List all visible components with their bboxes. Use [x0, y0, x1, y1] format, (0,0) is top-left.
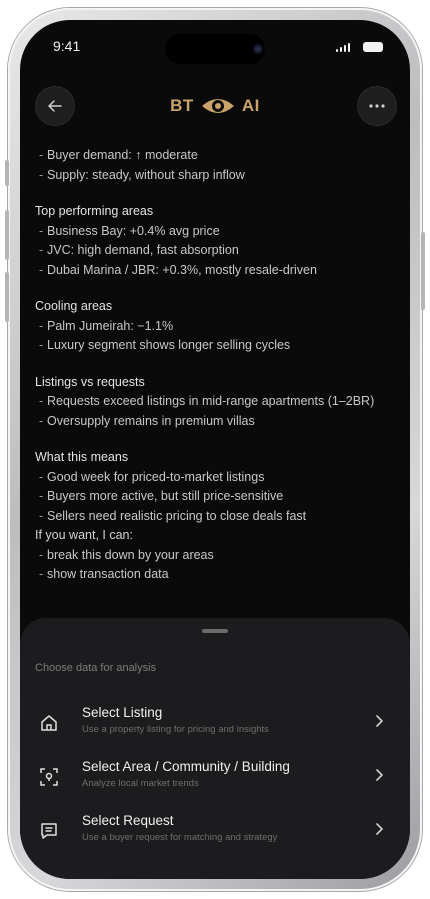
- bottom-sheet: Choose data for analysis Select Listing …: [20, 618, 410, 879]
- option-subtitle: Use a buyer request for matching and str…: [82, 832, 278, 843]
- logo-text-left: BT: [170, 96, 194, 115]
- section-heading: Cooling areas: [35, 299, 113, 313]
- list-item: Buyer demand: ↑ moderate: [35, 146, 395, 166]
- phone-screen: 9:41 BT AI Buyer demand: ↑ moderate: [20, 20, 410, 879]
- logo-text-right: AI: [241, 96, 260, 115]
- location-scan-icon: [40, 768, 58, 786]
- list-item: Buyers more active, but still price-sens…: [35, 487, 395, 507]
- volume-up-button: [5, 210, 9, 260]
- list-item: JVC: high demand, fast absorption: [35, 241, 395, 261]
- home-icon: [41, 715, 57, 731]
- battery-icon: [363, 42, 383, 52]
- power-button: [421, 232, 425, 310]
- option-title: Select Listing: [82, 705, 163, 720]
- chat-message: Buyer demand: ↑ moderate Supply: steady,…: [35, 146, 395, 585]
- chevron-right-icon: [376, 823, 383, 835]
- message-icon: [41, 823, 57, 839]
- list-item: Requests exceed listings in mid-range ap…: [35, 392, 395, 412]
- chevron-right-icon: [376, 769, 383, 781]
- section-heading: Listings vs requests: [35, 374, 145, 389]
- select-listing-option[interactable]: Select Listing Use a property listing fo…: [20, 702, 410, 746]
- list-item: Supply: steady, without sharp inflow: [35, 166, 395, 186]
- list-item: Palm Jumeirah: −1.1%: [35, 317, 395, 337]
- section-heading: Top performing areas: [35, 204, 154, 218]
- option-subtitle: Analyze local market trends: [82, 778, 199, 789]
- sheet-drag-handle[interactable]: [202, 629, 228, 633]
- arrow-left-icon: [48, 100, 62, 112]
- select-area-option[interactable]: Select Area / Community / Building Analy…: [20, 756, 410, 800]
- status-bar: 9:41: [20, 20, 410, 74]
- list-item: Business Bay: +0.4% avg price: [35, 222, 395, 242]
- dynamic-island: [165, 34, 265, 64]
- select-request-option[interactable]: Select Request Use a buyer request for m…: [20, 810, 410, 854]
- volume-down-button: [5, 272, 9, 322]
- section-heading: If you want, I can:: [35, 528, 133, 542]
- camera-lens-icon: [253, 44, 263, 54]
- app-logo: BT AI: [160, 90, 270, 122]
- list-item: Luxury segment shows longer selling cycl…: [35, 336, 395, 356]
- more-options-button[interactable]: [357, 86, 397, 126]
- list-item: Sellers need realistic pricing to close …: [35, 507, 395, 527]
- list-item: break this down by your areas: [35, 546, 395, 566]
- action-button: [5, 160, 9, 186]
- option-title: Select Area / Community / Building: [82, 759, 290, 774]
- section-heading: What this means: [35, 450, 129, 464]
- list-item: Dubai Marina / JBR: +0.3%, mostly resale…: [35, 261, 395, 281]
- list-item: Oversupply remains in premium villas: [35, 412, 395, 432]
- back-button[interactable]: [35, 86, 75, 126]
- ellipsis-icon: [369, 104, 385, 108]
- list-item: show transaction data: [35, 565, 395, 585]
- status-time: 9:41: [53, 38, 81, 54]
- chevron-right-icon: [376, 715, 383, 727]
- option-title: Select Request: [82, 813, 174, 828]
- list-item: Good week for priced-to-market listings: [35, 468, 395, 488]
- option-subtitle: Use a property listing for pricing and i…: [82, 724, 269, 735]
- sheet-title: Choose data for analysis: [35, 662, 157, 674]
- cellular-signal-icon: [336, 42, 350, 52]
- eye-logo-icon: [201, 99, 234, 113]
